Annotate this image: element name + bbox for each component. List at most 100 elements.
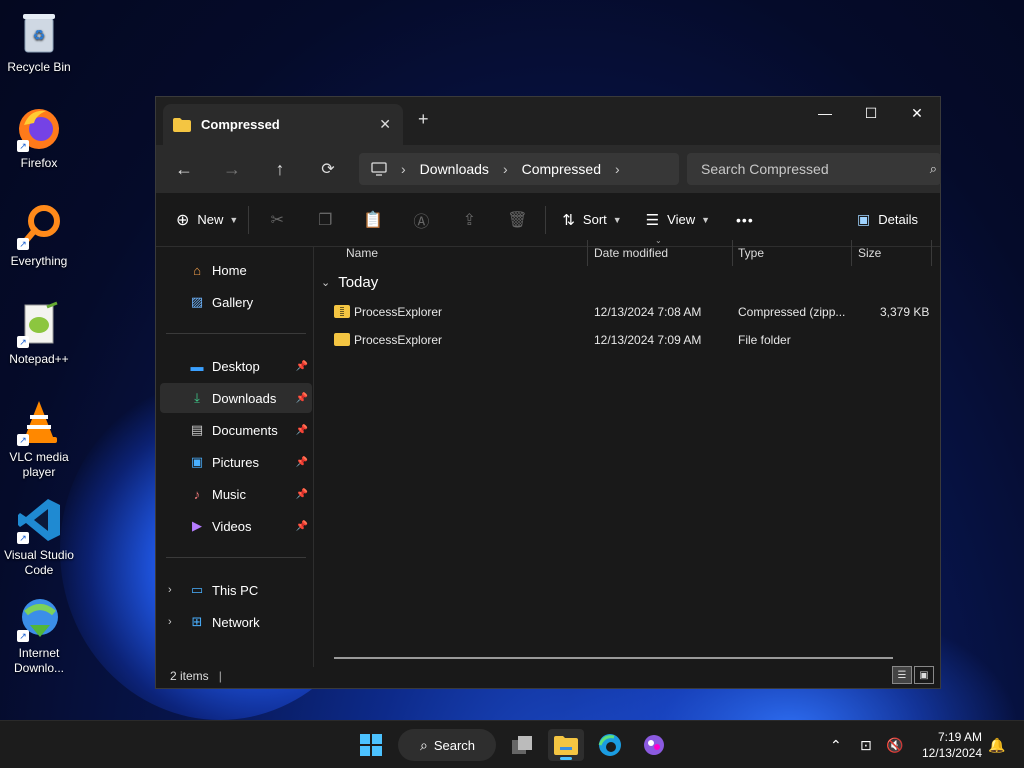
breadcrumb[interactable]: › Downloads › Compressed › [359,153,679,185]
plus-circle-icon: ⊕ [176,211,190,229]
everything-search-icon: ↗ [15,202,63,250]
edge-icon [598,734,621,756]
task-view-button[interactable] [504,729,540,761]
sidebar-label: Desktop [212,358,260,374]
back-button[interactable]: ← [160,151,208,187]
view-button[interactable]: ☰ View ▼ [640,204,716,236]
desktop-icon-vscode[interactable]: ↗ Visual Studio Code [0,496,78,578]
details-view-button[interactable]: ☰ [892,666,912,684]
chevron-right-icon[interactable]: › [615,161,620,177]
table-row[interactable]: ProcessExplorer 12/13/2024 7:08 AM Compr… [315,298,940,326]
horizontal-scrollbar[interactable] [334,657,893,659]
desktop-icon-vlc[interactable]: ↗ VLC media player [0,398,78,480]
shortcut-arrow-icon: ↗ [17,630,29,642]
delete-icon[interactable]: 🗑 [493,204,541,236]
new-tab-button[interactable]: + [418,109,429,130]
share-icon[interactable]: ⇪ [445,204,493,236]
column-divider[interactable] [732,240,733,266]
sidebar-item-this-pc[interactable]: › ▭ This PC [160,575,312,605]
breadcrumb-downloads[interactable]: Downloads [420,161,489,177]
command-bar: ⊕ New ▼ ✂ ❐ 📋 Ⓐ ⇪ 🗑 ⇅ Sort ▼ ☰ View ▼ ••… [156,193,940,247]
sidebar-item-gallery[interactable]: ▨ Gallery [160,287,312,317]
large-icons-view-button[interactable]: ▣ [914,666,934,684]
sidebar-label: Videos [212,518,252,534]
column-divider[interactable] [851,240,852,266]
tab-label: Compressed [201,117,280,132]
pin-icon[interactable]: 📌 [296,521,308,532]
maximize-button[interactable]: ☐ [848,97,894,129]
column-header-size[interactable]: Size [858,240,881,266]
refresh-button[interactable]: ⟳ [304,151,352,187]
shortcut-arrow-icon: ↗ [17,434,29,446]
more-options-button[interactable]: ••• [730,204,760,236]
close-window-button[interactable]: ✕ [894,97,940,129]
new-button[interactable]: ⊕ New ▼ [170,204,244,236]
copy-icon[interactable]: ❐ [301,204,349,236]
start-button[interactable] [353,729,389,761]
close-tab-icon[interactable]: ✕ [379,116,391,133]
tab-compressed[interactable]: Compressed ✕ [163,104,403,145]
sort-descending-icon: ⌄ [655,236,662,245]
breadcrumb-compressed[interactable]: Compressed [522,161,601,177]
sidebar-item-music[interactable]: ♪ Music 📌 [160,479,312,509]
gallery-icon: ▨ [190,294,204,309]
sidebar-item-videos[interactable]: ▶ Videos 📌 [160,511,312,541]
pin-icon[interactable]: 📌 [296,393,308,404]
volume-control[interactable]: 🔇 [886,721,903,768]
desktop-icon-label: Visual Studio Code [4,548,74,577]
taskbar-file-explorer[interactable] [548,729,584,761]
up-button[interactable]: ↑ [256,151,304,187]
pictures-icon: ▣ [190,454,204,469]
minimize-button[interactable]: — [802,97,848,129]
shortcut-arrow-icon: ↗ [17,140,29,152]
sidebar-item-desktop[interactable]: ▬ Desktop 📌 [160,351,312,381]
sidebar-item-documents[interactable]: ▤ Documents 📌 [160,415,312,445]
view-toggle: ☰ ▣ [892,666,934,684]
desktop-icon-notepad-plus-plus[interactable]: ↗ Notepad++ [0,300,78,367]
table-row[interactable]: ProcessExplorer 12/13/2024 7:09 AM File … [315,326,940,354]
clock[interactable]: 7:19 AM 12/13/2024 [922,729,982,761]
chevron-right-icon[interactable]: › [168,584,172,596]
sidebar-item-downloads[interactable]: ⤓ Downloads 📌 [160,383,312,413]
column-header-name[interactable]: Name [346,240,378,266]
details-button[interactable]: ▣ Details [851,204,924,236]
forward-button[interactable]: → [208,151,256,187]
shortcut-arrow-icon: ↗ [17,532,29,544]
search-input[interactable]: Search Compressed ⌕ [687,153,941,185]
folder-icon [334,333,350,346]
column-divider[interactable] [931,240,932,266]
internet-download-manager-icon: ↗ [15,594,63,642]
status-bar: 2 items | ☰ ▣ [156,664,940,688]
sidebar-label: Pictures [212,454,259,470]
column-divider[interactable] [587,240,588,266]
taskbar-app-kdeconnect[interactable] [636,729,672,761]
desktop-icon-everything[interactable]: ↗ Everything [0,202,78,269]
pin-icon[interactable]: 📌 [296,489,308,500]
rename-icon[interactable]: Ⓐ [397,204,445,236]
pin-icon[interactable]: 📌 [296,425,308,436]
taskbar-edge[interactable] [592,729,628,761]
file-date: 12/13/2024 7:08 AM [594,305,702,319]
file-size: 3,379 KB [880,305,930,319]
sort-button[interactable]: ⇅ Sort ▼ [556,204,627,236]
desktop-icon-recycle-bin[interactable]: ♻ Recycle Bin [0,8,78,75]
network-status[interactable]: ⊡ [860,721,872,768]
desktop-icon-internet-download-manager[interactable]: ↗ Internet Downlo... [0,594,78,676]
cut-icon[interactable]: ✂ [253,204,301,236]
chevron-right-icon[interactable]: › [168,616,172,628]
navigation-pane: ⌂ Home ▨ Gallery ▬ Desktop 📌 ⤓ Downloads… [156,247,314,667]
pin-icon[interactable]: 📌 [296,457,308,468]
column-header-type[interactable]: Type [738,240,764,266]
desktop-icon-label: VLC media player [9,450,69,479]
sidebar-item-network[interactable]: › ⊞ Network [160,607,312,637]
group-header-today[interactable]: ⌄ Today [321,274,378,291]
notifications-button[interactable]: 🔔 [988,721,1005,768]
sidebar-divider [166,557,306,558]
show-hidden-icons-button[interactable]: ⌃ [830,721,842,768]
taskbar-search[interactable]: ⌕ Search [398,729,496,761]
desktop-icon-firefox[interactable]: ↗ Firefox [0,104,78,171]
pin-icon[interactable]: 📌 [296,361,308,372]
sidebar-item-pictures[interactable]: ▣ Pictures 📌 [160,447,312,477]
paste-icon[interactable]: 📋 [349,204,397,236]
sidebar-item-home[interactable]: ⌂ Home [160,255,312,285]
